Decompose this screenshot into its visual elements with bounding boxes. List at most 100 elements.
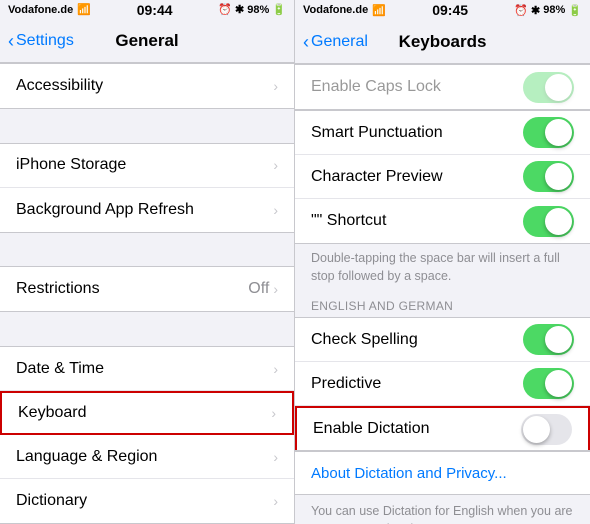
- list-item-dictionary[interactable]: Dictionary ›: [0, 479, 294, 523]
- accessibility-right: ›: [273, 78, 278, 94]
- dictation-privacy-link-row[interactable]: About Dictation and Privacy...: [295, 451, 590, 495]
- left-status-left: Vodafone.de 📶: [8, 3, 91, 16]
- left-nav-title: General: [115, 31, 178, 51]
- date-time-chevron-icon: ›: [273, 361, 278, 377]
- dictionary-right: ›: [273, 493, 278, 509]
- left-carrier: Vodafone.de: [8, 4, 73, 16]
- lang-toggles-section: Check Spelling Predictive Enable Dictati…: [295, 317, 590, 451]
- main-toggles-section: Smart Punctuation Character Preview "" S…: [295, 110, 590, 244]
- right-carrier: Vodafone.de: [303, 4, 368, 16]
- dictation-privacy-link[interactable]: About Dictation and Privacy...: [311, 465, 507, 482]
- right-nav-title: Keyboards: [399, 32, 487, 52]
- smart-punctuation-toggle[interactable]: [523, 117, 574, 148]
- left-battery-icon: 🔋: [272, 3, 286, 16]
- toggle-row-smart-punctuation[interactable]: Smart Punctuation: [295, 111, 590, 155]
- restrictions-list: Restrictions Off ›: [0, 266, 294, 312]
- section-header-lang: ENGLISH AND GERMAN: [295, 293, 590, 317]
- enable-dictation-toggle[interactable]: [521, 414, 572, 445]
- keyboard-label: Keyboard: [18, 404, 87, 422]
- left-back-chevron-icon: ‹: [8, 32, 14, 50]
- enable-dictation-thumb: [523, 416, 550, 443]
- check-spelling-label: Check Spelling: [311, 331, 418, 349]
- left-panel: Vodafone.de 📶 09:44 ⏰ ✱ 98% 🔋 ‹ Settings…: [0, 0, 295, 524]
- shortcut-label: "" Shortcut: [311, 212, 386, 230]
- right-signal-icon: 📶: [372, 4, 386, 17]
- right-bluetooth-icon: ✱: [531, 4, 540, 17]
- right-alarm-icon: ⏰: [514, 4, 528, 17]
- left-status-right: ⏰ ✱ 98% 🔋: [218, 3, 286, 16]
- date-time-right: ›: [273, 361, 278, 377]
- accessibility-chevron-icon: ›: [273, 78, 278, 94]
- shortcut-toggle[interactable]: [523, 206, 574, 237]
- storage-refresh-list: iPhone Storage › Background App Refresh …: [0, 143, 294, 233]
- bottom-note: You can use Dictation for English when y…: [295, 495, 590, 524]
- list-item-accessibility[interactable]: Accessibility ›: [0, 64, 294, 108]
- list-item-restrictions[interactable]: Restrictions Off ›: [0, 267, 294, 311]
- left-battery-percent: 98%: [247, 4, 269, 16]
- toggle-row-caps-lock[interactable]: Enable Caps Lock: [295, 65, 590, 109]
- list-item-language-region[interactable]: Language & Region ›: [0, 435, 294, 479]
- right-status-bar: Vodafone.de 📶 09:45 ⏰ ✱ 98% 🔋: [295, 0, 590, 20]
- gap-2: [0, 233, 294, 267]
- left-nav-bar: ‹ Settings General: [0, 20, 294, 63]
- language-region-chevron-icon: ›: [273, 449, 278, 465]
- caps-lock-toggle[interactable]: [523, 72, 574, 103]
- list-item-background-app-refresh[interactable]: Background App Refresh ›: [0, 188, 294, 232]
- smart-punctuation-label: Smart Punctuation: [311, 124, 443, 142]
- character-preview-label: Character Preview: [311, 168, 443, 186]
- left-bluetooth-icon: ✱: [235, 3, 244, 16]
- right-battery-icon: 🔋: [568, 4, 582, 17]
- left-time: 09:44: [137, 2, 173, 18]
- gap-1: [0, 109, 294, 143]
- iphone-storage-right: ›: [273, 157, 278, 173]
- shortcut-thumb: [545, 208, 572, 235]
- language-region-right: ›: [273, 449, 278, 465]
- left-status-bar: Vodafone.de 📶 09:44 ⏰ ✱ 98% 🔋: [0, 0, 294, 20]
- toggle-row-predictive[interactable]: Predictive: [295, 362, 590, 406]
- restrictions-label: Restrictions: [16, 280, 100, 298]
- keyboards-content: Enable Caps Lock Smart Punctuation Chara…: [295, 64, 590, 524]
- predictive-toggle[interactable]: [523, 368, 574, 399]
- left-alarm-icon: ⏰: [218, 3, 232, 16]
- iphone-storage-chevron-icon: ›: [273, 157, 278, 173]
- toggle-row-shortcut[interactable]: "" Shortcut: [295, 199, 590, 243]
- shortcut-note: Double-tapping the space bar will insert…: [295, 244, 590, 293]
- character-preview-toggle[interactable]: [523, 161, 574, 192]
- left-back-label[interactable]: Settings: [16, 32, 74, 50]
- toggle-row-check-spelling[interactable]: Check Spelling: [295, 318, 590, 362]
- dictionary-chevron-icon: ›: [273, 493, 278, 509]
- caps-lock-label: Enable Caps Lock: [311, 78, 441, 96]
- list-item-keyboard[interactable]: Keyboard ›: [0, 391, 294, 435]
- background-app-refresh-right: ›: [273, 202, 278, 218]
- right-panel: Vodafone.de 📶 09:45 ⏰ ✱ 98% 🔋 ‹ General …: [295, 0, 590, 524]
- left-nav-back[interactable]: ‹ Settings: [8, 32, 74, 50]
- predictive-label: Predictive: [311, 375, 381, 393]
- list-item-date-time[interactable]: Date & Time ›: [0, 347, 294, 391]
- left-signal-icon: 📶: [77, 3, 91, 16]
- accessibility-label: Accessibility: [16, 77, 103, 95]
- right-nav-bar: ‹ General Keyboards: [295, 20, 590, 64]
- list-item-iphone-storage[interactable]: iPhone Storage ›: [0, 144, 294, 188]
- check-spelling-toggle[interactable]: [523, 324, 574, 355]
- background-app-refresh-label: Background App Refresh: [16, 201, 194, 219]
- smart-punctuation-thumb: [545, 119, 572, 146]
- right-back-label[interactable]: General: [311, 33, 368, 51]
- enable-dictation-label: Enable Dictation: [313, 420, 430, 438]
- restrictions-chevron-icon: ›: [273, 281, 278, 297]
- dictionary-label: Dictionary: [16, 492, 87, 510]
- right-time: 09:45: [432, 2, 468, 18]
- right-nav-back[interactable]: ‹ General: [303, 33, 368, 51]
- background-app-refresh-chevron-icon: ›: [273, 202, 278, 218]
- left-settings-list: Accessibility ›: [0, 63, 294, 109]
- date-time-label: Date & Time: [16, 360, 104, 378]
- caps-lock-section: Enable Caps Lock: [295, 64, 590, 110]
- language-region-label: Language & Region: [16, 448, 157, 466]
- iphone-storage-label: iPhone Storage: [16, 156, 126, 174]
- toggle-row-enable-dictation[interactable]: Enable Dictation: [295, 406, 590, 450]
- right-back-chevron-icon: ‹: [303, 33, 309, 51]
- gap-3: [0, 312, 294, 346]
- keyboard-right: ›: [271, 405, 276, 421]
- toggle-row-character-preview[interactable]: Character Preview: [295, 155, 590, 199]
- right-status-left: Vodafone.de 📶: [303, 4, 386, 17]
- predictive-thumb: [545, 370, 572, 397]
